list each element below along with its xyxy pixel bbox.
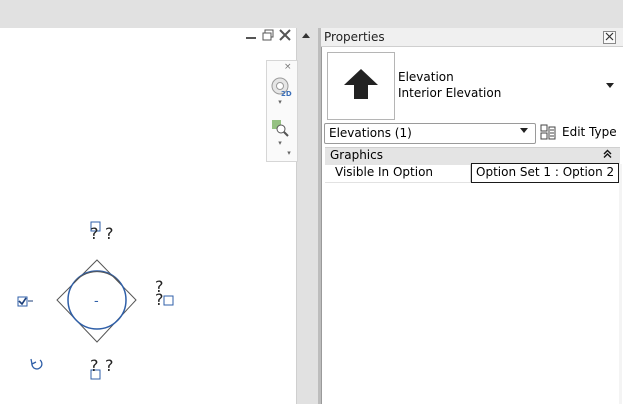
bottom-mark-label: ? xyxy=(90,356,99,375)
property-label: Visible In Option xyxy=(335,165,434,179)
wheel-2d-badge: 2D xyxy=(281,90,292,98)
right-view-checkbox-icon xyxy=(163,295,174,306)
type-selector-dropdown-icon[interactable] xyxy=(606,82,614,91)
collapse-icon[interactable] xyxy=(603,149,612,161)
navbar-options-arrow-icon[interactable]: ▾ xyxy=(284,149,294,157)
section-label: Graphics xyxy=(330,148,383,162)
type-family-name: Elevation xyxy=(398,70,454,84)
scroll-up-arrow-icon[interactable] xyxy=(298,30,314,44)
rotate-icon xyxy=(31,359,43,370)
center-mark: - xyxy=(94,294,99,309)
view-window-controls xyxy=(242,29,302,47)
close-icon[interactable] xyxy=(278,29,292,43)
property-value: Option Set 1 : Option 2 xyxy=(476,165,615,179)
restore-icon[interactable] xyxy=(261,29,275,43)
elevation-type-icon xyxy=(344,69,378,99)
top-toolbar-strip xyxy=(0,0,623,28)
steering-wheel-icon[interactable]: 2D xyxy=(270,76,292,98)
zoom-dropdown-arrow-icon[interactable]: ▾ xyxy=(275,139,285,147)
edit-type-icon xyxy=(540,124,556,140)
right-mark-label-2: ? xyxy=(155,290,164,309)
zoom-icon[interactable] xyxy=(270,118,290,138)
navbar-close-icon[interactable]: × xyxy=(284,62,294,72)
properties-title: Properties xyxy=(324,30,385,44)
vertical-scrollbar[interactable] xyxy=(296,28,319,404)
chevron-down-icon[interactable] xyxy=(520,127,528,136)
top-mark-label-2: ? xyxy=(105,224,114,243)
edit-type-label: Edit Type xyxy=(562,125,617,139)
minimize-icon[interactable] xyxy=(244,29,258,43)
bottom-mark-label-2: ? xyxy=(105,356,114,375)
elevation-marker[interactable] xyxy=(0,200,200,400)
top-mark-label: ? xyxy=(90,224,99,243)
type-name: Interior Elevation xyxy=(398,86,502,100)
properties-scroll-area xyxy=(619,164,622,404)
type-preview xyxy=(327,52,395,120)
properties-close-icon[interactable] xyxy=(603,31,616,44)
instance-filter-value: Elevations (1) xyxy=(329,126,412,140)
wheel-dropdown-arrow-icon[interactable]: ▾ xyxy=(275,98,285,106)
